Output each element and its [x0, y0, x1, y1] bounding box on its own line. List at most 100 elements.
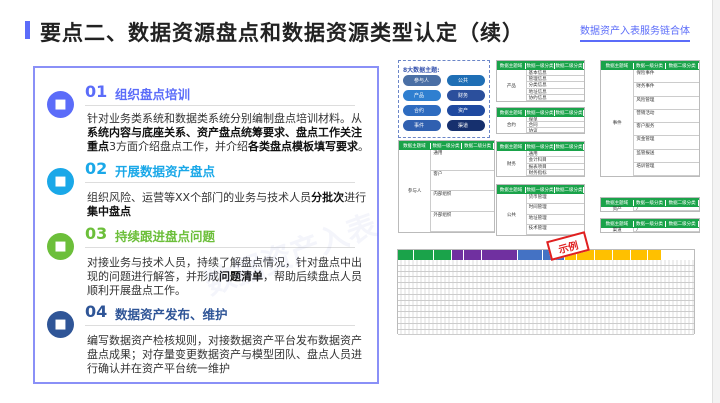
table-header: 数据一级分类 — [526, 186, 555, 193]
classification-table: 数据主题域 数据一级分类 数据二级分类 合约 保单 合同 协议 — [496, 107, 585, 134]
theme-cell: 财务 — [497, 151, 527, 176]
theme-cell: 事件 — [601, 70, 635, 176]
topic-7: 渠道 — [447, 120, 485, 131]
emphasis-text: 各类盘点模板填写要求 — [248, 140, 358, 153]
category-cell: 营销活动 — [634, 110, 699, 123]
table-header: 数据主题域 — [497, 109, 526, 116]
table-header: 数据一级分类 — [431, 142, 463, 149]
category-cell: 风险管理 — [634, 97, 699, 110]
text: 针对业务类系统和数据类系统分别编制盘点培训材料。从 — [87, 112, 362, 125]
tools-icon: ■ — [47, 233, 74, 260]
category-cell: 外部组织 — [431, 212, 494, 232]
table-header: 数据主题域 — [497, 186, 526, 193]
category-cell: 资金管理 — [634, 136, 699, 150]
divider — [85, 182, 355, 183]
classification-table: 数据主题域 数据一级分类 数据二级分类 事件 保险事件 财务事件 风险管理 营销活动 客户服务资… — [600, 60, 700, 177]
category-cell: 时间管理 — [526, 204, 584, 215]
category-cell: 协约信息 — [526, 95, 584, 101]
table-header: 数据主题域 — [601, 220, 634, 227]
table-header: 数据一级分类 — [526, 143, 555, 150]
category-cell: 地址管理 — [526, 215, 584, 225]
category-cell: 客户 — [431, 171, 494, 191]
table-header: 数据一级分类 — [634, 220, 667, 227]
table-header-row — [398, 250, 694, 260]
page-title: 要点二、数据资源盘点和数据资源类型认定（续） — [40, 21, 524, 45]
step-heading: 持续跟进盘点问题 — [115, 229, 216, 244]
step-heading: 开展数据资产盘点 — [115, 164, 216, 179]
header-cell — [398, 250, 414, 260]
table-header: 数据一级分类 — [526, 62, 555, 69]
theme-cell: 合约 — [497, 117, 527, 133]
topic-4: 合约 — [403, 105, 441, 116]
topic-0: 参与人 — [403, 75, 441, 86]
table-header: 数据二级分类 — [666, 62, 700, 69]
theme-cell: 公共 — [497, 194, 527, 235]
category-cell: 客户服务 — [634, 123, 699, 137]
header-cell — [414, 250, 434, 260]
table-header: 数据主题域 — [601, 62, 634, 69]
header-cell — [482, 250, 518, 260]
header-cell — [464, 250, 482, 260]
header-cell — [613, 250, 631, 260]
step-heading: 组织盘点培训 — [115, 87, 191, 102]
classification-table: 数据主题域 数据一级分类 数据二级分类 参与人 通用 客户 内部组织 外部组织 — [398, 140, 495, 233]
category-cell: / — [634, 228, 699, 232]
topic-3: 财务 — [447, 90, 485, 101]
document-person-icon: ■ — [47, 91, 74, 118]
step-number: 01 — [85, 82, 108, 101]
data-topics-panel: 8大数据主题: 参与人 公共 产品 财务 合约 资产 事件 渠道 — [398, 60, 490, 138]
header-cell — [518, 250, 543, 260]
table-header: 数据一级分类 — [634, 62, 667, 69]
classification-table: 数据主题域 数据一级分类 数据二级分类 渠道 / — [600, 218, 700, 233]
table-header: 数据二级分类 — [555, 109, 584, 116]
table-header: 数据二级分类 — [555, 143, 584, 150]
classification-table: 数据主题域 数据一级分类 数据二级分类 产品 基本信息 管理信息 分类信息 地址信息 协约信息 — [496, 60, 585, 102]
crown-icon: ■ — [47, 311, 74, 338]
category-cell: / — [634, 207, 699, 211]
title-accent-bar — [25, 21, 30, 39]
table-header: 数据主题域 — [497, 143, 526, 150]
table-header: 数据一级分类 — [526, 109, 555, 116]
table-header: 数据主题域 — [601, 199, 634, 206]
category-cell: 货币管理 — [526, 194, 584, 205]
classification-table: 数据主题域 数据一级分类 数据二级分类 财务 通用 会计科目 报表项目 财务指标 — [496, 141, 585, 177]
category-cell: 内部组织 — [431, 191, 494, 212]
step-number: 04 — [85, 302, 108, 321]
step-number: 03 — [85, 224, 108, 243]
topic-5: 资产 — [447, 105, 485, 116]
theme-cell: 产品 — [497, 70, 527, 101]
text: 3方面介绍盘点工作，并介绍 — [109, 140, 248, 153]
theme-cell: 参与人 — [399, 150, 432, 232]
table-header: 数据主题域 — [399, 142, 431, 149]
category-cell: 培训管理 — [634, 163, 699, 176]
team-icon: ■ — [47, 168, 74, 195]
emphasis-text: 分批次 — [311, 191, 345, 204]
topics-title: 8大数据主题: — [403, 67, 440, 74]
emphasis-text: 集中盘点 — [87, 205, 131, 218]
category-cell: 财务事件 — [634, 83, 699, 97]
header-cell — [648, 250, 662, 260]
table-header: 数据二级分类 — [666, 199, 700, 206]
header-cell — [434, 250, 452, 260]
step-number: 02 — [85, 159, 108, 178]
table-header: 数据一级分类 — [634, 199, 667, 206]
topic-2: 产品 — [403, 90, 441, 101]
category-cell: 通用 — [431, 150, 494, 171]
text: 。 — [358, 140, 369, 153]
theme-cell: 资产 — [601, 207, 635, 212]
category-cell: 财务指标 — [526, 170, 584, 176]
scrollbar[interactable] — [712, 0, 720, 403]
brand-label: 数据资产入表服务链合体 — [580, 22, 690, 42]
classification-table: 数据主题域 数据一级分类 数据二级分类 公共 货币管理 时间管理 地址管理 技术管理 — [496, 184, 585, 236]
step-description: 编写数据资产检核规则，对接数据资产平台发布数据资产盘点成果；对存量变更数据资产与… — [87, 334, 372, 376]
classification-table: 数据主题域 数据一级分类 数据二级分类资产 / — [600, 197, 700, 212]
table-header: 数据主题域 — [497, 62, 526, 69]
table-header: 数据二级分类 — [555, 62, 584, 69]
step-description: 针对业务类系统和数据类系统分别编制盘点培训材料。从系统内容与底座关系、资产盘点统… — [87, 112, 372, 154]
text: 组织风险、运营等XX个部门的业务与技术人员 — [87, 191, 312, 204]
category-cell: 监管报送 — [634, 150, 699, 163]
text: 编写数据资产检核规则，对接数据资产平台发布数据资产盘点成果；对存量变更数据资产与… — [87, 334, 362, 375]
table-row — [398, 329, 694, 336]
topic-6: 事件 — [403, 120, 441, 131]
topic-1: 公共 — [447, 75, 485, 86]
